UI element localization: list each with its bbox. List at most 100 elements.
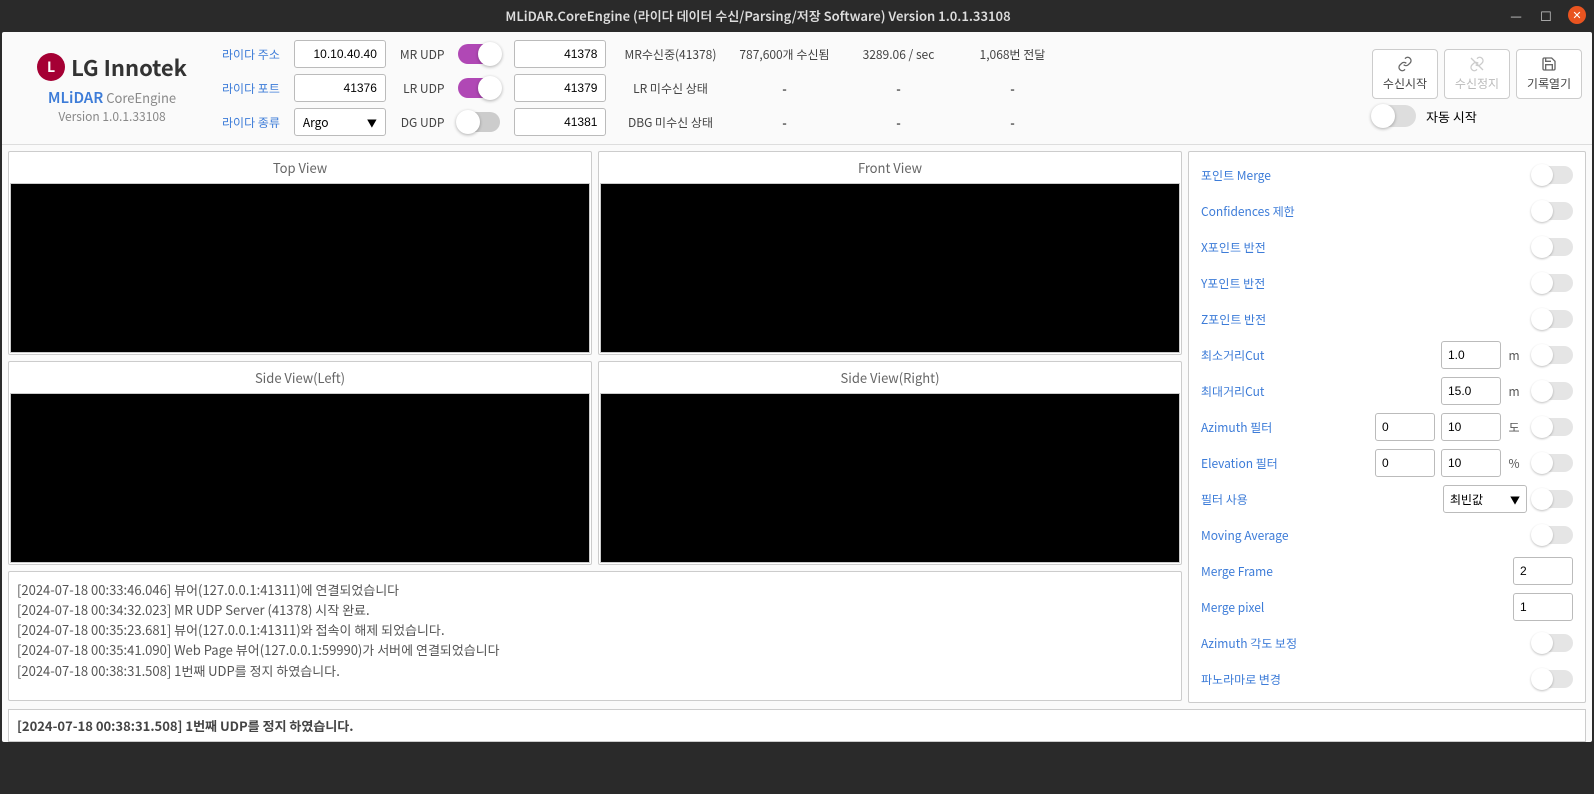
z-inv-toggle[interactable]	[1533, 310, 1573, 328]
front-view-title: Front View	[599, 152, 1181, 183]
point-merge-toggle[interactable]	[1533, 166, 1573, 184]
log-line: [2024-07-18 00:35:23.681] 뷰어(127.0.0.1:4…	[17, 620, 1173, 640]
chevron-down-icon: ▼	[367, 115, 377, 130]
az-to-input[interactable]	[1441, 413, 1501, 441]
dg-status: DBG 미수신 상태	[620, 114, 720, 131]
minimize-button[interactable]: —	[1508, 7, 1524, 23]
port-label: 라이다 포트	[222, 80, 280, 97]
window-title: MLiDAR.CoreEngine (라이다 데이터 수신/Parsing/저장…	[8, 6, 1508, 25]
dg-count: -	[734, 113, 834, 132]
dg-udp-toggle[interactable]	[458, 112, 500, 132]
z-inv-label: Z포인트 반전	[1201, 311, 1527, 328]
save-icon	[1541, 56, 1557, 72]
start-button[interactable]: 수신시작	[1372, 49, 1438, 99]
lr-udp-toggle[interactable]	[458, 78, 500, 98]
front-view-panel: Front View	[598, 151, 1182, 355]
max-cut-toggle[interactable]	[1533, 382, 1573, 400]
unit-pct: %	[1505, 455, 1523, 472]
log-line: [2024-07-18 00:33:46.046] 뷰어(127.0.0.1:4…	[17, 580, 1173, 600]
chevron-down-icon: ▼	[1510, 492, 1520, 507]
max-cut-input[interactable]	[1441, 377, 1501, 405]
y-inv-label: Y포인트 반전	[1201, 275, 1527, 292]
auto-start-label: 자동 시작	[1426, 107, 1477, 126]
az-filter-toggle[interactable]	[1533, 418, 1573, 436]
point-merge-label: 포인트 Merge	[1201, 167, 1527, 184]
panorama-label: 파노라마로 변경	[1201, 671, 1527, 688]
merge-pixel-input[interactable]	[1513, 593, 1573, 621]
x-inv-label: X포인트 반전	[1201, 239, 1527, 256]
top-view-title: Top View	[9, 152, 591, 183]
logo-block: L LG Innotek MLiDAR CoreEngine Version 1…	[12, 51, 212, 125]
close-button[interactable]: ✕	[1568, 6, 1586, 24]
stop-button[interactable]: 수신정지	[1444, 49, 1510, 99]
dg-rate: -	[848, 113, 948, 132]
unit-m: m	[1505, 383, 1523, 400]
filter-mode-select[interactable]: 최빈값▼	[1443, 485, 1527, 513]
conf-limit-label: Confidences 제한	[1201, 203, 1527, 220]
unit-deg: 도	[1505, 419, 1523, 436]
lr-rate: -	[848, 79, 948, 98]
window-controls: — ☐ ✕	[1508, 6, 1586, 24]
product-name2: CoreEngine	[106, 88, 176, 107]
lr-count: -	[734, 79, 834, 98]
lr-port-input[interactable]	[514, 74, 606, 102]
brand-text: LG Innotek	[71, 51, 187, 83]
lr-status: LR 미수신 상태	[620, 80, 720, 97]
top-view-panel: Top View	[8, 151, 592, 355]
y-inv-toggle[interactable]	[1533, 274, 1573, 292]
conf-limit-toggle[interactable]	[1533, 202, 1573, 220]
mr-port-input[interactable]	[514, 40, 606, 68]
az-angle-toggle[interactable]	[1533, 634, 1573, 652]
merge-frame-input[interactable]	[1513, 557, 1573, 585]
log-line: [2024-07-18 00:35:41.090] Web Page 뷰어(12…	[17, 640, 1173, 660]
mr-status: MR수신중(41378)	[620, 46, 720, 63]
front-view-canvas[interactable]	[600, 183, 1180, 353]
port-input[interactable]	[294, 74, 386, 102]
filter-use-label: 필터 사용	[1201, 491, 1443, 508]
x-inv-toggle[interactable]	[1533, 238, 1573, 256]
type-select[interactable]: Argo▼	[294, 108, 386, 136]
top-view-canvas[interactable]	[10, 183, 590, 353]
mr-count: 787,600개 수신됨	[734, 46, 834, 63]
mr-udp-label: MR UDP	[400, 46, 445, 63]
config-grid: 라이다 주소 MR UDP MR수신중(41378) 787,600개 수신됨 …	[222, 40, 1062, 136]
log-panel[interactable]: [2024-07-18 00:33:46.046] 뷰어(127.0.0.1:4…	[8, 571, 1182, 701]
moving-avg-toggle[interactable]	[1533, 526, 1573, 544]
lr-udp-label: LR UDP	[400, 80, 445, 97]
link-icon	[1397, 56, 1413, 72]
maximize-button[interactable]: ☐	[1538, 7, 1554, 23]
el-from-input[interactable]	[1375, 449, 1435, 477]
merge-pixel-label: Merge pixel	[1201, 599, 1513, 616]
min-cut-label: 최소거리Cut	[1201, 347, 1441, 364]
dg-port-input[interactable]	[514, 108, 606, 136]
mr-udp-toggle[interactable]	[458, 44, 500, 64]
addr-input[interactable]	[294, 40, 386, 68]
statusbar: [2024-07-18 00:38:31.508] 1번째 UDP를 정지 하였…	[8, 709, 1586, 742]
moving-avg-label: Moving Average	[1201, 527, 1527, 544]
panorama-toggle[interactable]	[1533, 670, 1573, 688]
min-cut-input[interactable]	[1441, 341, 1501, 369]
left-view-panel: Side View(Left)	[8, 361, 592, 565]
open-record-button[interactable]: 기록열기	[1516, 49, 1582, 99]
mr-rate: 3289.06 / sec	[848, 46, 948, 63]
unlink-icon	[1469, 56, 1485, 72]
auto-start-toggle[interactable]	[1372, 105, 1416, 127]
filter-use-toggle[interactable]	[1533, 490, 1573, 508]
dg-udp-label: DG UDP	[400, 114, 445, 131]
log-line: [2024-07-18 00:38:31.508] 1번째 UDP를 정지 하였…	[17, 661, 1173, 681]
type-label: 라이다 종류	[222, 114, 280, 131]
az-angle-label: Azimuth 각도 보정	[1201, 635, 1527, 652]
product-name: MLiDAR	[48, 87, 103, 108]
settings-panel: 포인트 Merge Confidences 제한 X포인트 반전 Y포인트 반전…	[1188, 151, 1586, 703]
el-to-input[interactable]	[1441, 449, 1501, 477]
min-cut-toggle[interactable]	[1533, 346, 1573, 364]
right-view-canvas[interactable]	[600, 393, 1180, 563]
titlebar: MLiDAR.CoreEngine (라이다 데이터 수신/Parsing/저장…	[0, 0, 1594, 30]
left-view-canvas[interactable]	[10, 393, 590, 563]
lg-logo-icon: L	[37, 53, 65, 81]
right-view-panel: Side View(Right)	[598, 361, 1182, 565]
addr-label: 라이다 주소	[222, 46, 280, 63]
az-from-input[interactable]	[1375, 413, 1435, 441]
version-text: Version 1.0.1.33108	[12, 108, 212, 125]
el-filter-toggle[interactable]	[1533, 454, 1573, 472]
